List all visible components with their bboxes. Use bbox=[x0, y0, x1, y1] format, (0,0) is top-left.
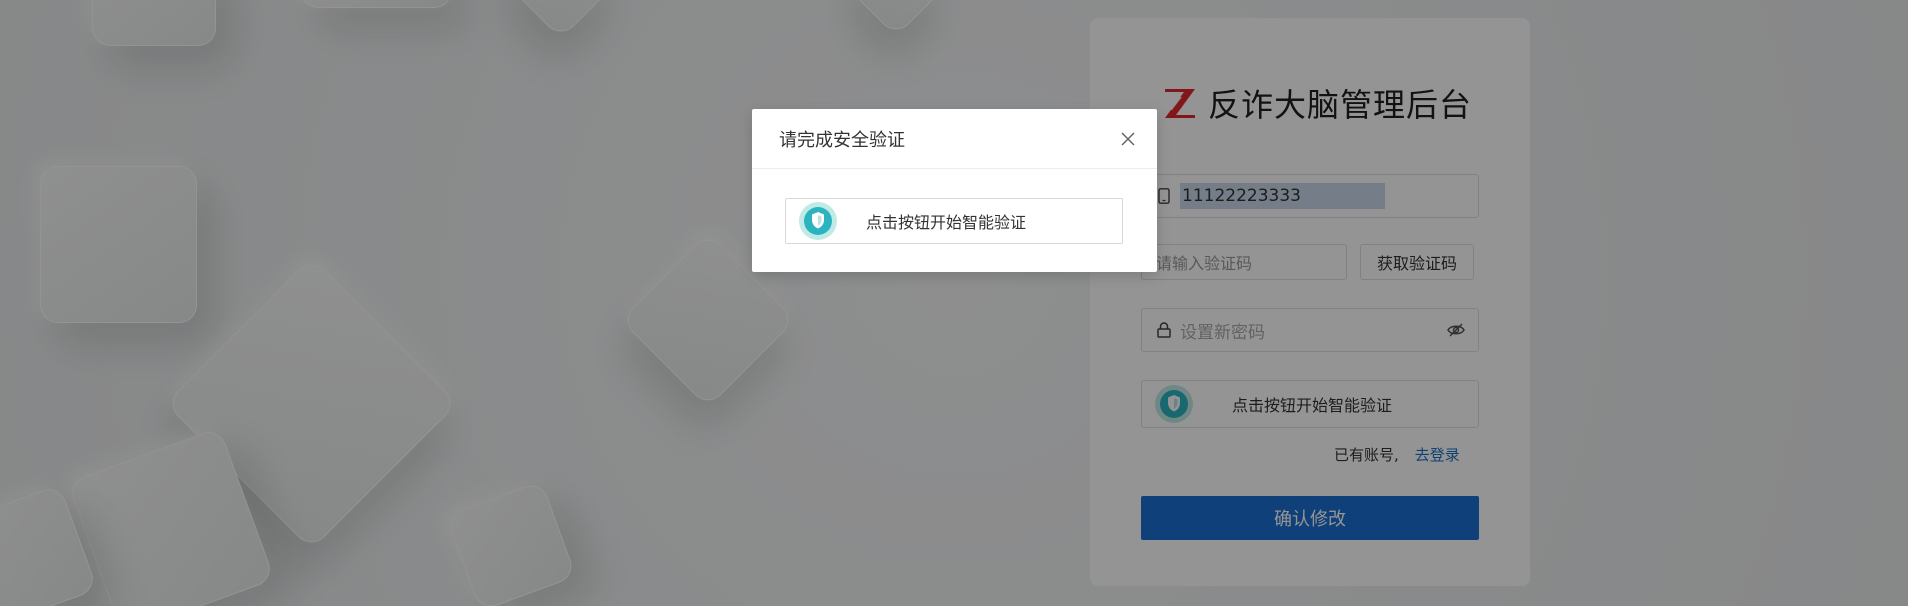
close-icon[interactable] bbox=[1119, 130, 1137, 148]
modal-smart-verify-button[interactable]: 点击按钮开始智能验证 bbox=[785, 198, 1123, 244]
modal-header: 请完成安全验证 bbox=[752, 109, 1157, 169]
modal-title: 请完成安全验证 bbox=[779, 129, 905, 151]
modal-overlay[interactable] bbox=[0, 0, 1908, 606]
shield-icon bbox=[798, 201, 838, 241]
security-verify-modal: 请完成安全验证 点击按钮开始智能验证 bbox=[752, 109, 1157, 272]
modal-verify-label: 点击按钮开始智能验证 bbox=[866, 213, 1027, 232]
